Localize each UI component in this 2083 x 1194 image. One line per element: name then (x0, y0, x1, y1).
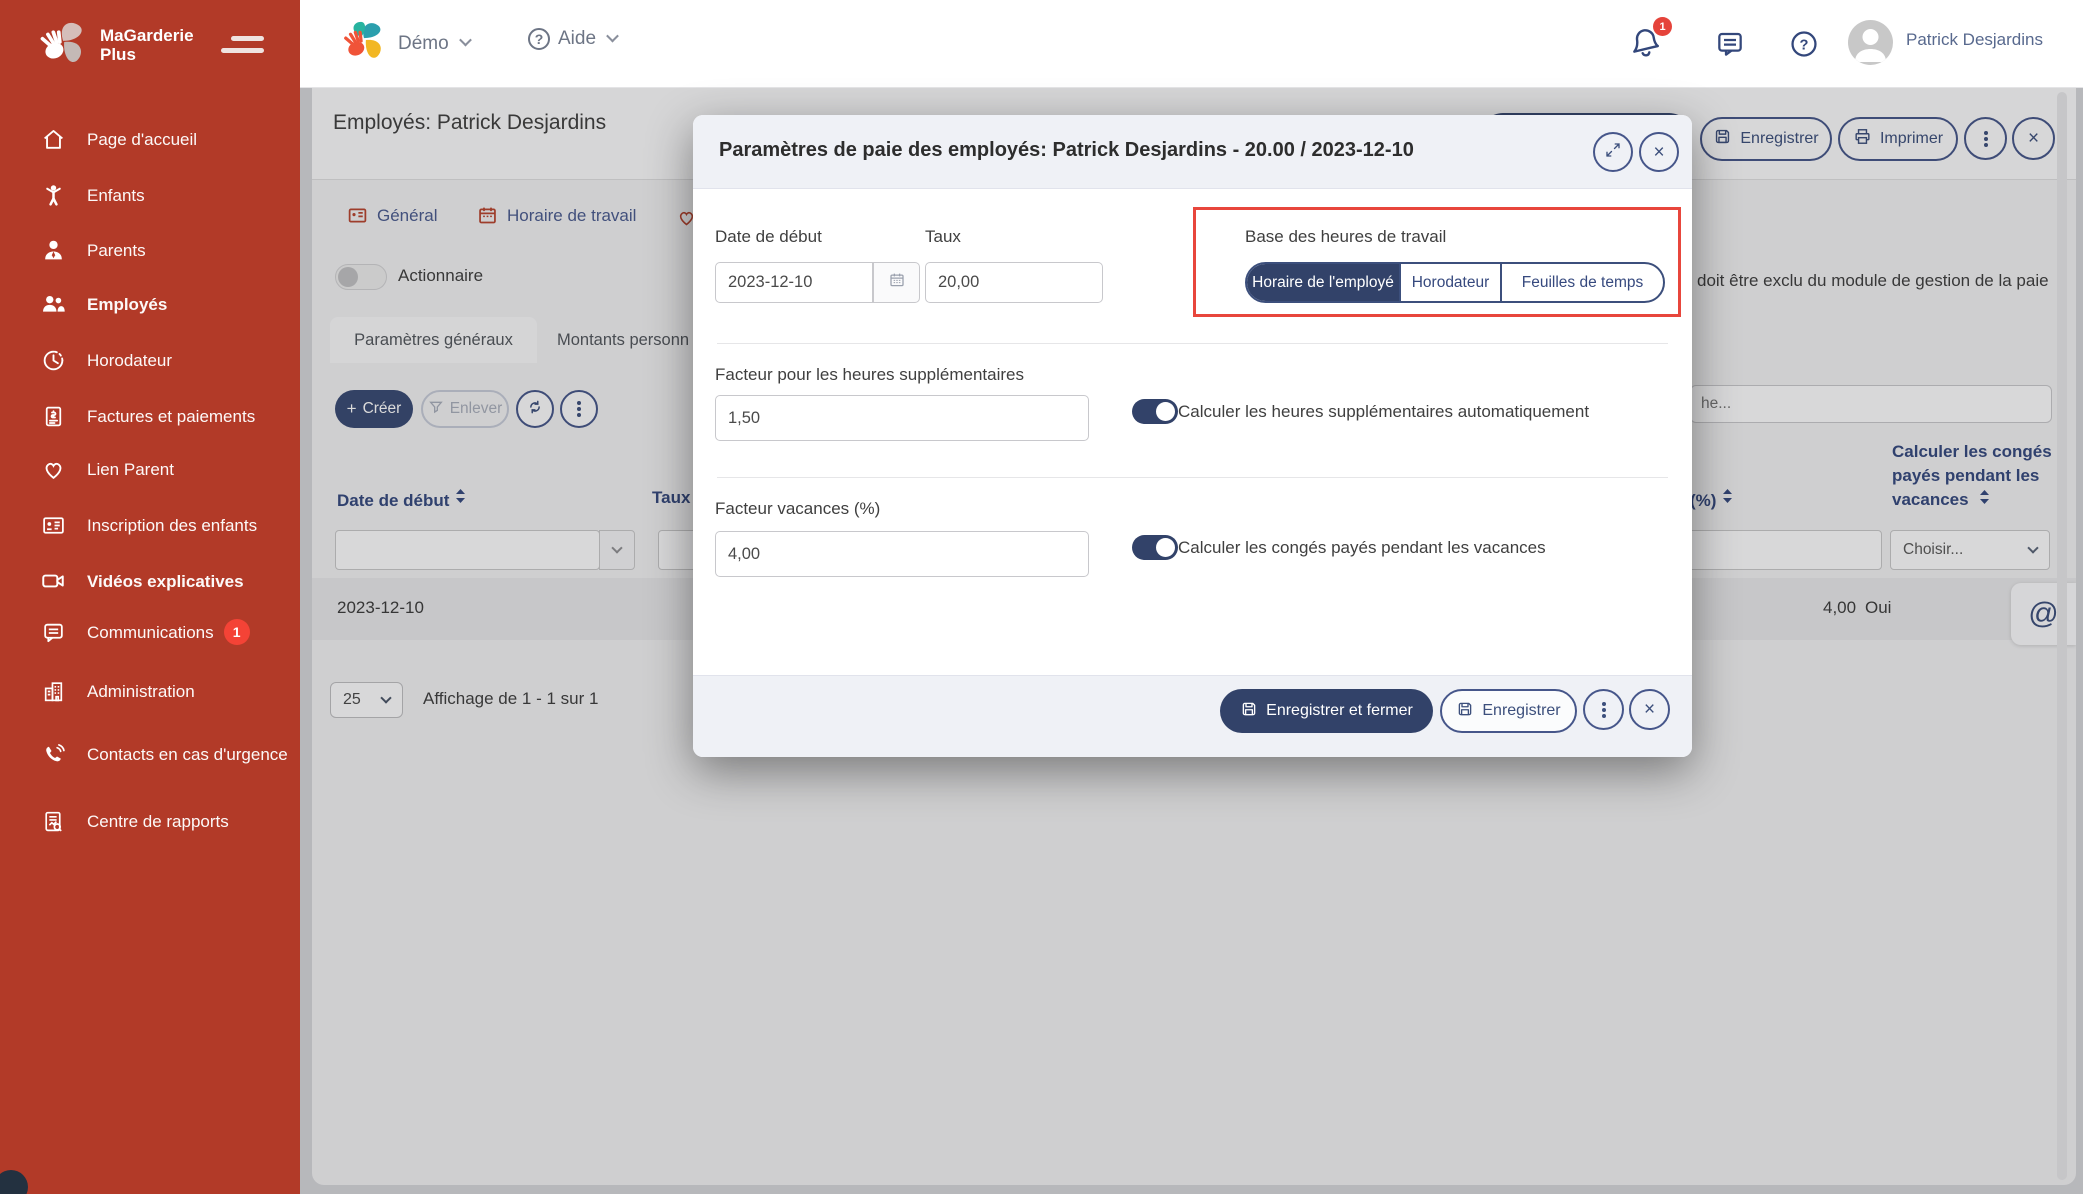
segment-employee-schedule[interactable]: Horaire de l'employé (1247, 264, 1399, 301)
modal-close-button[interactable]: × (1639, 132, 1679, 172)
sidebar-item-child-registration[interactable]: Inscription des enfants (0, 503, 300, 547)
app-root: MaGarderie Plus Page d'accueil Enfants P… (0, 0, 2083, 1194)
start-date-input[interactable] (715, 262, 873, 303)
corner-widget-fragment (0, 1170, 28, 1194)
close-icon: × (1653, 143, 1664, 162)
modal-footer-close-button[interactable]: × (1629, 689, 1670, 730)
sidebar: MaGarderie Plus Page d'accueil Enfants P… (0, 0, 300, 1194)
svg-text:?: ? (1800, 37, 1809, 53)
segment-timesheets[interactable]: Feuilles de temps (1500, 264, 1663, 301)
modal-title: Paramètres de paie des employés: Patrick… (719, 139, 1414, 162)
brand-hands-icon (36, 16, 88, 73)
sidebar-item-time-clock[interactable]: Horodateur (0, 338, 300, 382)
vacation-calc-label: Calculer les congés payés pendant les va… (1178, 538, 1546, 558)
hours-base-label: Base des heures de travail (1245, 227, 1446, 247)
parent-icon (40, 238, 66, 263)
sidebar-item-communications[interactable]: Communications 1 (0, 610, 300, 654)
divider (717, 343, 1668, 344)
avatar[interactable] (1848, 20, 1893, 65)
start-date-label: Date de début (715, 227, 822, 247)
date-picker-button[interactable] (873, 262, 920, 303)
modal-expand-button[interactable] (1593, 132, 1633, 172)
sidebar-item-invoices[interactable]: Factures et paiements (0, 394, 300, 438)
save-button[interactable]: Enregistrer (1440, 689, 1577, 733)
segment-time-clock[interactable]: Horodateur (1399, 264, 1500, 301)
modal-footer: Enregistrer et fermer Enregistrer × (693, 675, 1692, 757)
org-logo-icon (340, 18, 386, 69)
messages-button[interactable] (1714, 28, 1746, 65)
video-icon (40, 568, 66, 594)
help-circle-icon: ? (528, 28, 550, 50)
chevron-down-icon (459, 34, 472, 47)
help-menu[interactable]: ? Aide (528, 28, 617, 50)
topbar: Démo ? Aide 1 ? Patrick Desjardins (300, 0, 2083, 88)
sidebar-item-administration[interactable]: Administration (0, 669, 300, 713)
close-icon: × (1644, 700, 1655, 719)
brand-name: MaGarderie Plus (100, 26, 194, 64)
building-icon (40, 679, 66, 704)
hamburger-menu-icon[interactable] (220, 36, 264, 53)
calendar-icon (888, 271, 906, 294)
overtime-auto-label: Calculer les heures supplémentaires auto… (1178, 402, 1589, 422)
chat-bubble-icon (1714, 47, 1746, 64)
hours-base-segmented-control: Horaire de l'employé Horodateur Feuilles… (1245, 262, 1665, 303)
org-name: Démo (398, 33, 449, 55)
user-name[interactable]: Patrick Desjardins (1906, 30, 2043, 50)
floppy-icon (1456, 700, 1482, 723)
overtime-auto-toggle[interactable] (1132, 399, 1178, 424)
overtime-factor-input[interactable] (715, 395, 1089, 441)
id-card-icon (40, 513, 66, 538)
sidebar-item-children[interactable]: Enfants (0, 173, 300, 217)
notifications-button[interactable]: 1 (1628, 24, 1664, 67)
invoice-icon (40, 404, 66, 429)
modal-header: Paramètres de paie des employés: Patrick… (693, 115, 1692, 189)
help-button[interactable]: ? (1788, 28, 1820, 65)
question-circle-icon: ? (1788, 47, 1820, 64)
modal-more-button[interactable] (1583, 689, 1624, 730)
sidebar-item-emergency-contacts[interactable]: Contacts en cas d'urgence (0, 723, 300, 785)
chevron-down-icon (606, 29, 619, 42)
rate-input[interactable] (925, 262, 1103, 303)
chat-icon (40, 620, 66, 645)
sidebar-item-employees[interactable]: Employés (0, 282, 300, 326)
employees-icon (40, 291, 66, 317)
vacation-factor-input[interactable] (715, 531, 1089, 577)
rate-label: Taux (925, 227, 961, 247)
sidebar-item-home[interactable]: Page d'accueil (0, 117, 300, 161)
sidebar-item-parents[interactable]: Parents (0, 228, 300, 272)
divider (717, 477, 1668, 478)
sidebar-item-report-center[interactable]: Centre de rapports (0, 799, 300, 843)
org-switcher[interactable]: Démo (340, 18, 470, 69)
sidebar-item-videos[interactable]: Vidéos explicatives (0, 559, 300, 603)
vacation-factor-label: Facteur vacances (%) (715, 499, 880, 519)
overtime-factor-label: Facteur pour les heures supplémentaires (715, 365, 1024, 385)
clock-icon (40, 348, 66, 373)
heart-icon (40, 457, 66, 482)
payroll-settings-modal: Paramètres de paie des employés: Patrick… (693, 115, 1692, 757)
brand: MaGarderie Plus (36, 16, 194, 73)
home-icon (40, 127, 66, 152)
notifications-badge: 1 (1653, 17, 1672, 36)
child-icon (40, 183, 66, 208)
kebab-icon (1602, 700, 1606, 720)
bell-icon (1628, 49, 1664, 66)
expand-icon (1604, 141, 1622, 164)
sidebar-item-parent-link[interactable]: Lien Parent (0, 447, 300, 491)
communications-badge: 1 (224, 619, 250, 645)
floppy-icon (1240, 700, 1266, 723)
vacation-calc-toggle[interactable] (1132, 535, 1178, 560)
phone-icon (40, 742, 66, 767)
save-and-close-button[interactable]: Enregistrer et fermer (1220, 689, 1433, 733)
report-icon (40, 809, 66, 834)
